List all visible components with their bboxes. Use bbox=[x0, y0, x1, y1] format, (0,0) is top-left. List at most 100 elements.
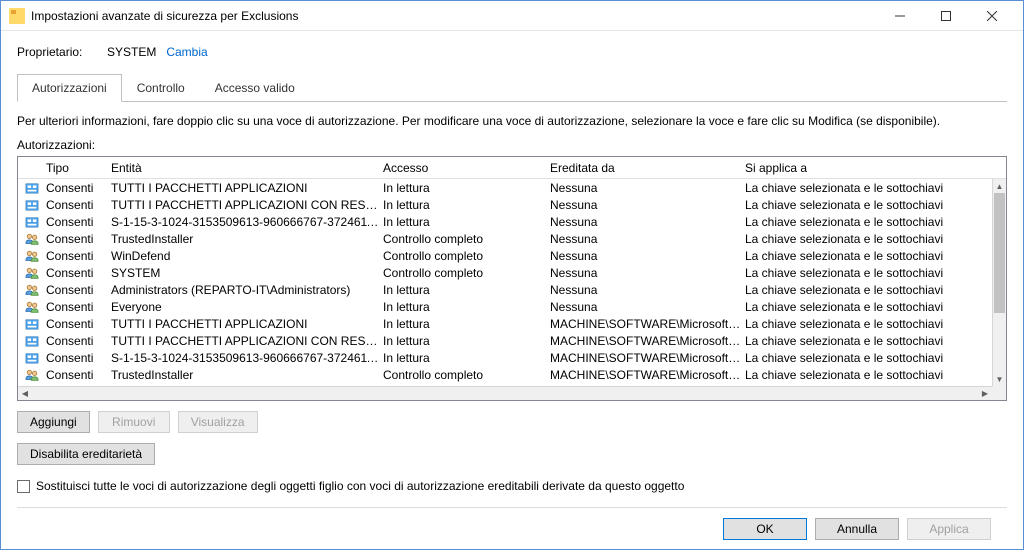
col-tipo[interactable]: Tipo bbox=[42, 161, 107, 175]
tab-auditing[interactable]: Controllo bbox=[122, 74, 200, 102]
add-button[interactable]: Aggiungi bbox=[17, 411, 90, 433]
cell-applica: La chiave selezionata e le sottochiavi bbox=[741, 351, 992, 365]
table-row[interactable]: ConsentiS-1-15-3-1024-3153509613-9606667… bbox=[18, 349, 992, 366]
replace-checkbox-label: Sostituisci tutte le voci di autorizzazi… bbox=[36, 479, 684, 493]
scroll-thumb[interactable] bbox=[994, 193, 1005, 313]
table-row[interactable]: ConsentiS-1-15-3-1024-3153509613-9606667… bbox=[18, 213, 992, 230]
cell-applica: La chiave selezionata e le sottochiavi bbox=[741, 266, 992, 280]
cell-entita: Administrators (REPARTO-IT\Administrator… bbox=[107, 283, 379, 297]
disable-inheritance-button[interactable]: Disabilita ereditarietà bbox=[17, 443, 155, 465]
titlebar[interactable]: Impostazioni avanzate di sicurezza per E… bbox=[1, 1, 1023, 31]
cell-ereditata: Nessuna bbox=[546, 181, 741, 195]
table-row[interactable]: ConsentiSYSTEMControllo completoNessunaL… bbox=[18, 264, 992, 281]
cell-applica: La chiave selezionata e le sottochiavi bbox=[741, 317, 992, 331]
package-icon bbox=[22, 317, 42, 331]
content-area: Proprietario: SYSTEM Cambia Autorizzazio… bbox=[1, 31, 1023, 549]
cell-accesso: Controllo completo bbox=[379, 232, 546, 246]
table-row[interactable]: ConsentiTUTTI I PACCHETTI APPLICAZIONI C… bbox=[18, 332, 992, 349]
close-button[interactable] bbox=[969, 2, 1015, 30]
cell-accesso: In lettura bbox=[379, 283, 546, 297]
package-icon bbox=[22, 198, 42, 212]
window-title: Impostazioni avanzate di sicurezza per E… bbox=[31, 9, 877, 23]
scroll-up-icon[interactable]: ▲ bbox=[993, 179, 1006, 193]
cell-tipo: Consenti bbox=[42, 232, 107, 246]
table-row[interactable]: ConsentiTrustedInstallerControllo comple… bbox=[18, 366, 992, 383]
cell-entita: TrustedInstaller bbox=[107, 232, 379, 246]
horizontal-scrollbar[interactable]: ◀ ▶ bbox=[18, 386, 992, 400]
cell-accesso: In lettura bbox=[379, 351, 546, 365]
cell-ereditata: MACHINE\SOFTWARE\Microsoft\Wind... bbox=[546, 317, 741, 331]
package-icon bbox=[22, 181, 42, 195]
maximize-button[interactable] bbox=[923, 2, 969, 30]
table-row[interactable]: ConsentiAdministrators (REPARTO-IT\Admin… bbox=[18, 281, 992, 298]
col-applica[interactable]: Si applica a bbox=[741, 161, 1006, 175]
cell-tipo: Consenti bbox=[42, 283, 107, 297]
cell-tipo: Consenti bbox=[42, 334, 107, 348]
cell-entita: TUTTI I PACCHETTI APPLICAZIONI bbox=[107, 317, 379, 331]
cell-accesso: In lettura bbox=[379, 334, 546, 348]
grid-rows: ConsentiTUTTI I PACCHETTI APPLICAZIONIIn… bbox=[18, 179, 992, 386]
owner-row: Proprietario: SYSTEM Cambia bbox=[17, 45, 1007, 59]
cell-applica: La chiave selezionata e le sottochiavi bbox=[741, 334, 992, 348]
cell-entita: WinDefend bbox=[107, 249, 379, 263]
cell-tipo: Consenti bbox=[42, 181, 107, 195]
table-row[interactable]: ConsentiTUTTI I PACCHETTI APPLICAZIONI C… bbox=[18, 196, 992, 213]
cell-applica: La chiave selezionata e le sottochiavi bbox=[741, 300, 992, 314]
minimize-button[interactable] bbox=[877, 2, 923, 30]
col-ereditata[interactable]: Ereditata da bbox=[546, 161, 741, 175]
table-row[interactable]: ConsentiTUTTI I PACCHETTI APPLICAZIONIIn… bbox=[18, 179, 992, 196]
cell-tipo: Consenti bbox=[42, 266, 107, 280]
scroll-corner bbox=[992, 386, 1006, 400]
scroll-down-icon[interactable]: ▼ bbox=[993, 372, 1006, 386]
group-icon bbox=[22, 300, 42, 314]
scroll-left-icon[interactable]: ◀ bbox=[18, 387, 32, 400]
cell-applica: La chiave selezionata e le sottochiavi bbox=[741, 215, 992, 229]
vertical-scrollbar[interactable]: ▲ ▼ bbox=[992, 179, 1006, 386]
cell-ereditata: Nessuna bbox=[546, 215, 741, 229]
grid-header: Tipo Entità Accesso Ereditata da Si appl… bbox=[18, 157, 1006, 179]
table-row[interactable]: ConsentiEveryoneIn letturaNessunaLa chia… bbox=[18, 298, 992, 315]
owner-label: Proprietario: bbox=[17, 45, 107, 59]
remove-button: Rimuovi bbox=[98, 411, 170, 433]
cell-ereditata: Nessuna bbox=[546, 266, 741, 280]
cancel-button[interactable]: Annulla bbox=[815, 518, 899, 540]
table-row[interactable]: ConsentiTrustedInstallerControllo comple… bbox=[18, 230, 992, 247]
group-icon bbox=[22, 266, 42, 280]
table-row[interactable]: ConsentiTUTTI I PACCHETTI APPLICAZIONIIn… bbox=[18, 315, 992, 332]
tab-effective-access[interactable]: Accesso valido bbox=[200, 74, 310, 102]
permissions-grid: Tipo Entità Accesso Ereditata da Si appl… bbox=[17, 156, 1007, 401]
cell-ereditata: MACHINE\SOFTWARE\Microsoft\Wind... bbox=[546, 351, 741, 365]
scroll-right-icon[interactable]: ▶ bbox=[978, 387, 992, 400]
group-icon bbox=[22, 283, 42, 297]
cell-entita: SYSTEM bbox=[107, 266, 379, 280]
col-accesso[interactable]: Accesso bbox=[379, 161, 546, 175]
cell-applica: La chiave selezionata e le sottochiavi bbox=[741, 232, 992, 246]
cell-accesso: Controllo completo bbox=[379, 266, 546, 280]
col-entita[interactable]: Entità bbox=[107, 161, 379, 175]
ok-button[interactable]: OK bbox=[723, 518, 807, 540]
change-owner-link[interactable]: Cambia bbox=[166, 45, 207, 59]
cell-accesso: In lettura bbox=[379, 300, 546, 314]
cell-ereditata: MACHINE\SOFTWARE\Microsoft\Wind... bbox=[546, 368, 741, 382]
cell-entita: Everyone bbox=[107, 300, 379, 314]
owner-value: SYSTEM bbox=[107, 45, 156, 59]
cell-tipo: Consenti bbox=[42, 249, 107, 263]
cell-tipo: Consenti bbox=[42, 300, 107, 314]
tabs: Autorizzazioni Controllo Accesso valido bbox=[17, 73, 1007, 102]
cell-ereditata: Nessuna bbox=[546, 232, 741, 246]
cell-ereditata: Nessuna bbox=[546, 249, 741, 263]
cell-applica: La chiave selezionata e le sottochiavi bbox=[741, 198, 992, 212]
cell-accesso: Controllo completo bbox=[379, 249, 546, 263]
package-icon bbox=[22, 334, 42, 348]
table-row[interactable]: ConsentiWinDefendControllo completoNessu… bbox=[18, 247, 992, 264]
dialog-footer: OK Annulla Applica bbox=[17, 507, 1007, 549]
package-icon bbox=[22, 351, 42, 365]
replace-checkbox[interactable] bbox=[17, 480, 30, 493]
cell-accesso: In lettura bbox=[379, 198, 546, 212]
tab-permissions[interactable]: Autorizzazioni bbox=[17, 74, 122, 102]
grid-body: ConsentiTUTTI I PACCHETTI APPLICAZIONIIn… bbox=[18, 179, 1006, 400]
group-icon bbox=[22, 249, 42, 263]
cell-entita: S-1-15-3-1024-3153509613-960666767-37246… bbox=[107, 351, 379, 365]
security-advanced-window: Impostazioni avanzate di sicurezza per E… bbox=[0, 0, 1024, 550]
cell-accesso: In lettura bbox=[379, 215, 546, 229]
